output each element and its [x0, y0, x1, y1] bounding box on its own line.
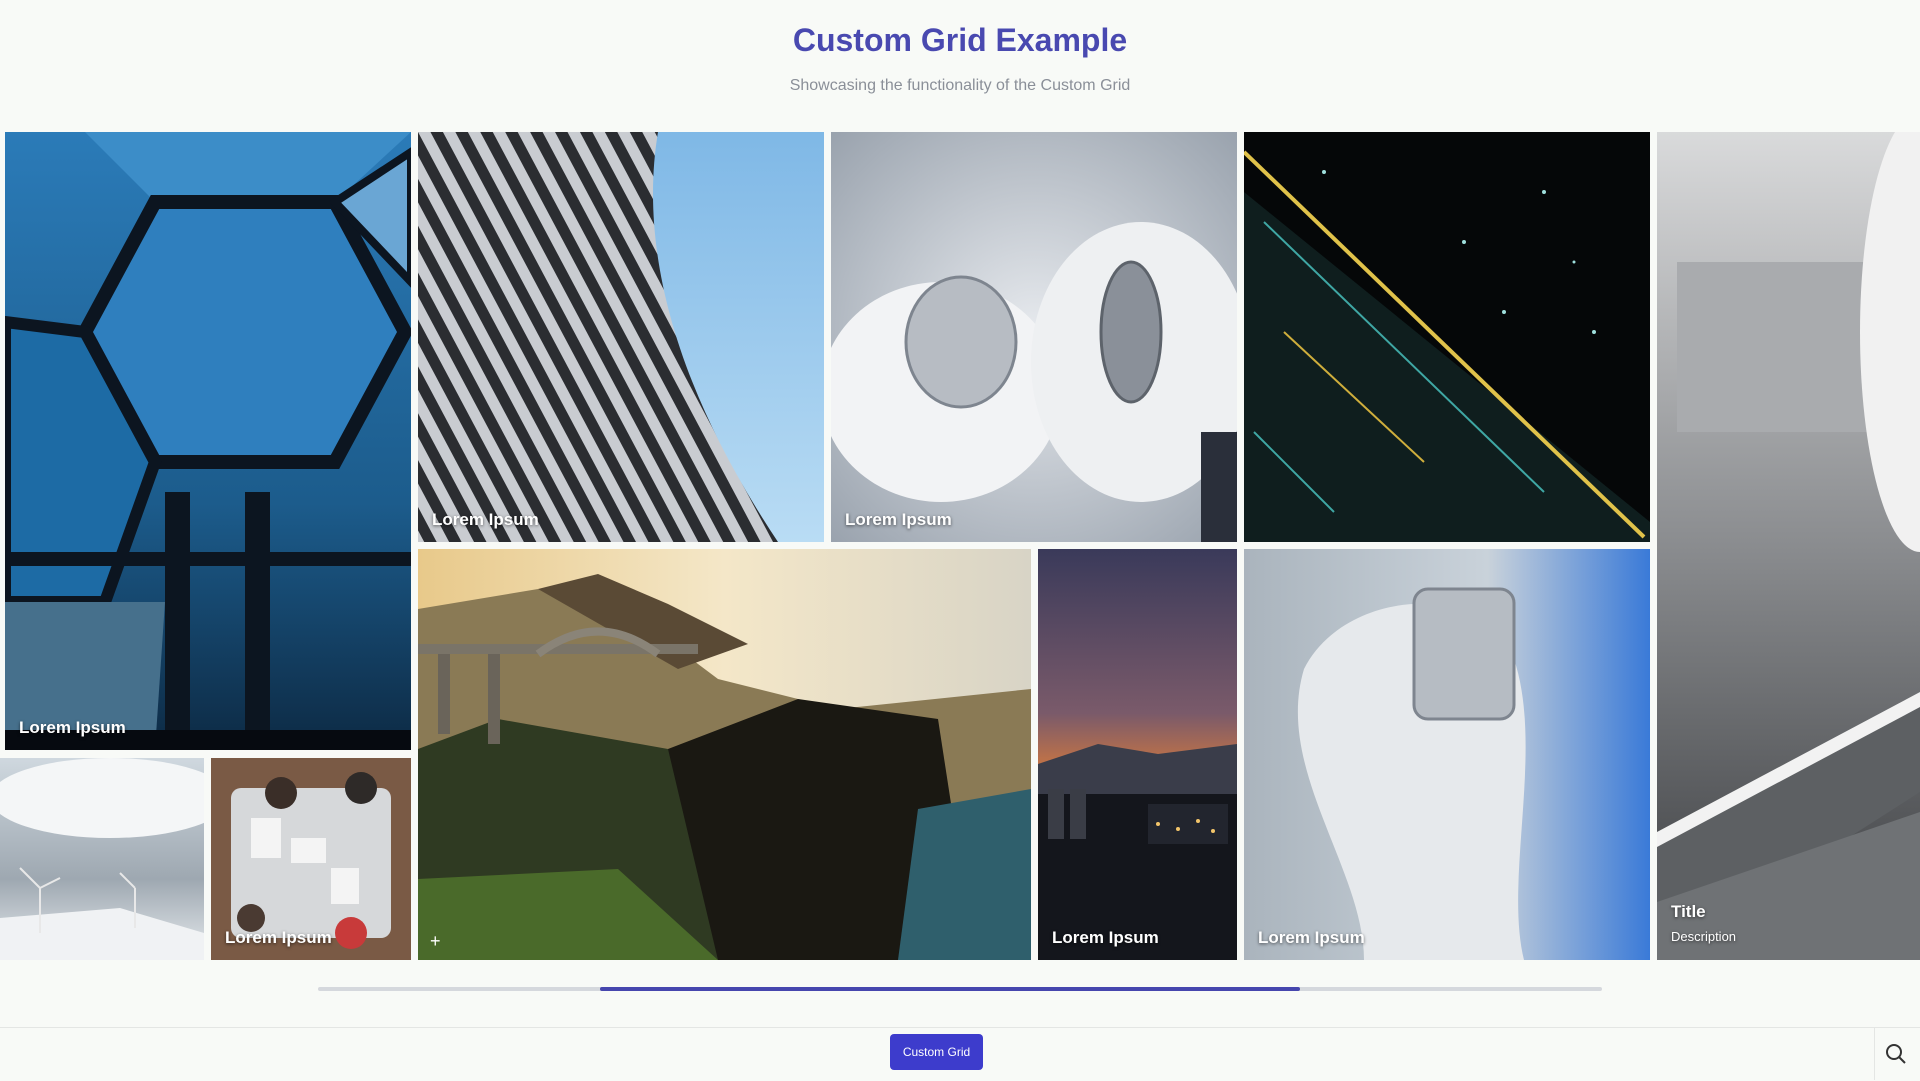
grid-tile-glove2[interactable]: Lorem Ipsum	[1244, 549, 1650, 960]
glove-sample-image	[1244, 549, 1650, 960]
tile-label: Lorem Ipsum	[845, 510, 952, 529]
tile-label: Lorem Ipsum	[432, 510, 539, 529]
wind-turbines-image	[0, 758, 204, 960]
gloves-image	[831, 132, 1237, 542]
tile-label: Lorem Ipsum	[1258, 928, 1365, 947]
tile-description: Description	[1671, 929, 1737, 944]
scrollbar-thumb[interactable]	[600, 987, 1301, 991]
ceramic-tiles-image	[1657, 132, 1920, 960]
image-grid: Lorem Ipsum Lorem Ipsum Lorem Ipsum Titl…	[0, 0, 1920, 1080]
hexagon-image	[5, 132, 411, 750]
tile-title: Title	[1671, 902, 1706, 921]
city-dusk-image	[1038, 549, 1237, 960]
search-icon	[1886, 1044, 1906, 1064]
tile-label: Lorem Ipsum	[1052, 928, 1159, 947]
circuit-image	[1244, 132, 1650, 542]
grid-tile-tower[interactable]: Lorem Ipsum	[418, 132, 824, 542]
grid-tile-city[interactable]: Lorem Ipsum	[1038, 549, 1237, 960]
tile-label: Lorem Ipsum	[225, 928, 332, 947]
grid-tile-bridge[interactable]: +	[418, 549, 1031, 960]
plus-icon[interactable]: +	[430, 932, 441, 950]
grid-tile-wind[interactable]	[0, 758, 204, 960]
bridge-image	[418, 549, 1031, 960]
custom-grid-button[interactable]: Custom Grid	[890, 1034, 983, 1070]
grid-tile-gloves[interactable]: Lorem Ipsum	[831, 132, 1237, 542]
grid-tile-meeting[interactable]: Lorem Ipsum	[211, 758, 411, 960]
search-button[interactable]	[1876, 1035, 1916, 1073]
grid-scrollbar[interactable]	[318, 987, 1602, 991]
tower-image	[418, 132, 824, 542]
grid-tile-hexagon[interactable]: Lorem Ipsum	[5, 132, 411, 750]
tile-label: Lorem Ipsum	[19, 718, 126, 737]
toolbar-divider	[1874, 1027, 1875, 1080]
grid-tile-partial[interactable]: Title Description	[1657, 132, 1920, 960]
grid-tile-circuit[interactable]	[1244, 132, 1650, 542]
